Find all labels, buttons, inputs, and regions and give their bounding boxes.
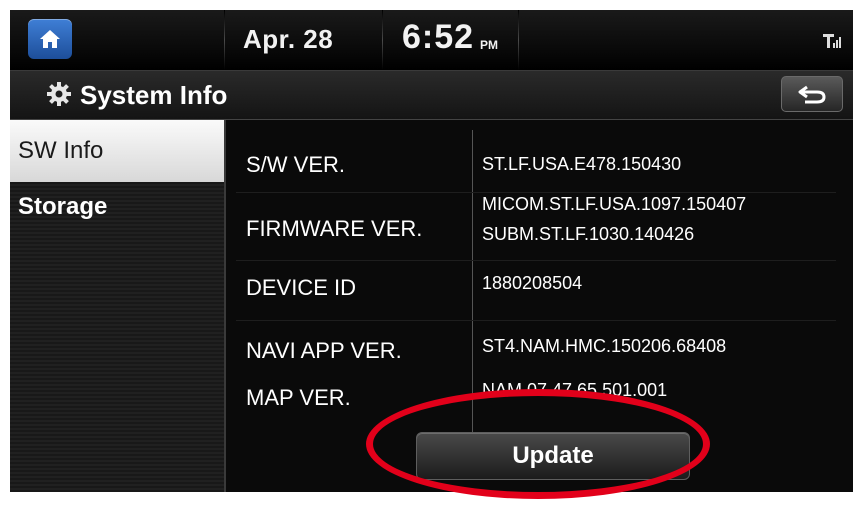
device-id-label: DEVICE ID xyxy=(246,275,357,300)
title-bar: System Info xyxy=(10,71,853,120)
row-divider xyxy=(236,260,836,261)
firmware-ver-value-2: SUBM.ST.LF.1030.140426 xyxy=(482,224,695,244)
sidebar: SW Info Storage xyxy=(10,120,224,492)
status-bar: Apr. 28 6:52 PM xyxy=(10,10,853,71)
map-ver-value: NAM.07.47.65.501.001 xyxy=(482,380,668,400)
back-arrow-icon xyxy=(798,85,826,104)
home-icon xyxy=(40,30,60,48)
firmware-ver-label: FIRMWARE VER. xyxy=(246,216,423,241)
device-id-value: 1880208504 xyxy=(482,273,583,293)
row-divider xyxy=(236,320,836,321)
status-divider xyxy=(224,10,225,70)
sw-ver-value: ST.LF.USA.E478.150430 xyxy=(482,154,682,174)
update-button[interactable]: Update xyxy=(416,432,690,480)
date-text: Apr. 28 xyxy=(243,24,334,54)
sidebar-item-storage[interactable]: Storage xyxy=(10,192,224,232)
infotainment-screen: Apr. 28 6:52 PM System Info SW Info Stor… xyxy=(10,10,853,492)
update-button-label: Update xyxy=(512,442,594,469)
status-divider xyxy=(518,10,519,70)
clock-ampm: PM xyxy=(480,38,498,52)
clock-time: 6:52 xyxy=(402,18,475,56)
row-divider xyxy=(236,192,836,193)
map-ver-label: MAP VER. xyxy=(246,385,351,410)
navi-app-ver-label: NAVI APP VER. xyxy=(246,338,402,363)
navi-app-ver-value: ST4.NAM.HMC.150206.68408 xyxy=(482,336,727,356)
sidebar-item-sw-info[interactable]: SW Info xyxy=(10,120,224,182)
sw-ver-label: S/W VER. xyxy=(246,152,346,177)
page-title: System Info xyxy=(80,80,228,110)
sidebar-item-label: Storage xyxy=(18,193,108,220)
status-divider xyxy=(382,10,383,70)
column-divider xyxy=(472,130,473,440)
gear-icon xyxy=(47,82,71,106)
firmware-ver-value-1: MICOM.ST.LF.USA.1097.150407 xyxy=(482,194,747,214)
sidebar-item-label: SW Info xyxy=(18,137,104,164)
info-panel: S/W VER. ST.LF.USA.E478.150430 FIRMWARE … xyxy=(226,120,853,492)
back-button[interactable] xyxy=(781,76,843,112)
signal-icon xyxy=(823,34,841,48)
home-button[interactable] xyxy=(28,19,72,59)
